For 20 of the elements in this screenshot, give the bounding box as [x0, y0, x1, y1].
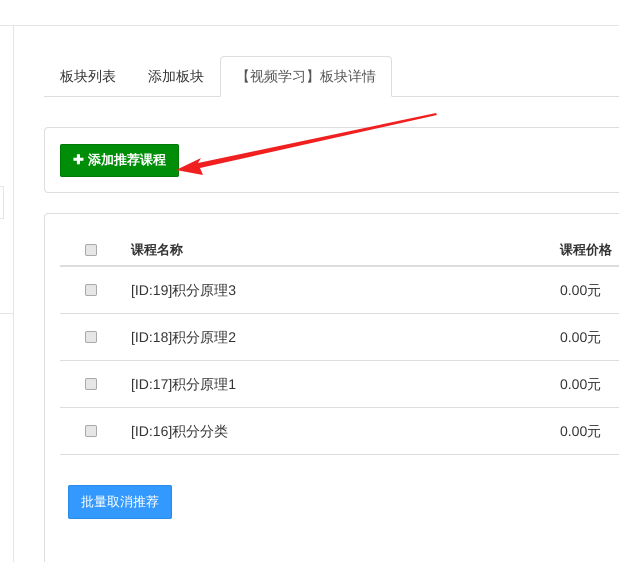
checkbox[interactable]	[85, 331, 97, 343]
table-cell-text: 0.00元	[560, 374, 602, 394]
table-cell-text: [ID:18]积分原理2	[131, 328, 238, 347]
checkbox[interactable]	[85, 378, 97, 390]
table-cell-text: [ID:17]积分原理1	[131, 374, 238, 394]
checkbox[interactable]	[85, 425, 97, 437]
tab[interactable]: 添加板块	[132, 56, 220, 97]
tab[interactable]: 板块列表	[44, 56, 132, 97]
table-cell-text: 0.00元	[560, 328, 602, 346]
column-header: 课程名称	[131, 240, 184, 259]
add-course-button[interactable]: ✚ 添加推荐课程	[60, 144, 179, 176]
tab[interactable]: 【视频学习】板块详情	[220, 56, 392, 97]
table-cell-text: [ID:19]积分原理3	[131, 280, 238, 300]
plus-icon: ✚	[73, 150, 84, 170]
checkbox[interactable]	[85, 244, 97, 256]
column-header: 课程价格	[560, 240, 612, 259]
table-cell-text: 0.00元	[560, 422, 602, 440]
table-cell-text: [ID:16]积分分类	[131, 422, 230, 441]
checkbox[interactable]	[85, 284, 97, 296]
table-cell-text: 0.00元	[560, 280, 602, 300]
